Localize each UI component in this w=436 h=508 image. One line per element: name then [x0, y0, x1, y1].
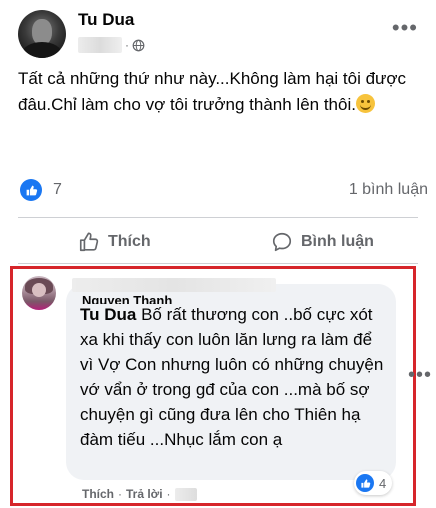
post-header: Tu Dua · ••• — [18, 8, 428, 60]
comment-reaction-count: 4 — [379, 475, 387, 491]
post-actions: Thích Bình luận — [18, 222, 418, 262]
like-button-label: Thích — [108, 233, 151, 250]
separator: · — [166, 487, 171, 501]
comment-bubble-icon — [272, 232, 292, 252]
like-button[interactable]: Thích — [78, 222, 151, 262]
globe-icon[interactable] — [132, 39, 145, 52]
post-text: Tất cả những thứ như này...Không làm hại… — [18, 66, 423, 118]
comment-reaction-badge[interactable]: 4 — [354, 471, 393, 495]
comment-timestamp-blurred[interactable] — [174, 487, 197, 501]
comment-button[interactable]: Bình luận — [271, 222, 374, 262]
author-avatar[interactable] — [18, 10, 66, 58]
comment-button-label: Bình luận — [301, 233, 374, 250]
thumbs-up-icon — [79, 232, 99, 252]
divider — [18, 263, 418, 264]
like-count[interactable]: 7 — [53, 181, 62, 199]
divider — [18, 217, 418, 218]
separator: · — [118, 487, 122, 501]
commenter-name-blur — [72, 278, 276, 292]
comment-like-link[interactable]: Thích — [82, 487, 114, 501]
smile-icon — [355, 94, 375, 113]
post-timestamp-blurred[interactable] — [78, 37, 122, 53]
comment-text: Tu Dua Bố rất thương con ..bố cực xót xa… — [80, 302, 386, 452]
meta-separator: · — [125, 38, 129, 52]
comment-reply-link[interactable]: Trả lời — [126, 487, 163, 501]
post-meta: · — [78, 36, 145, 54]
comment-count[interactable]: 1 bình luận — [349, 181, 428, 199]
author-name[interactable]: Tu Dua — [78, 10, 134, 30]
post-body: Tất cả những thứ như này...Không làm hại… — [18, 69, 407, 114]
comment-body: Bố rất thương con ..bố cực xót xa khi th… — [80, 305, 384, 449]
more-options-icon[interactable]: ••• — [392, 17, 418, 39]
reactions-summary: 7 1 bình luận — [20, 178, 430, 204]
comment-more-options-icon[interactable]: ••• — [408, 365, 432, 385]
like-reaction-icon[interactable] — [20, 179, 42, 201]
commenter-avatar[interactable] — [22, 276, 56, 310]
comment-actions: Thích · Trả lời · — [82, 485, 197, 503]
comment-like-icon — [356, 474, 374, 492]
tagged-user[interactable]: Tu Dua — [80, 305, 136, 324]
